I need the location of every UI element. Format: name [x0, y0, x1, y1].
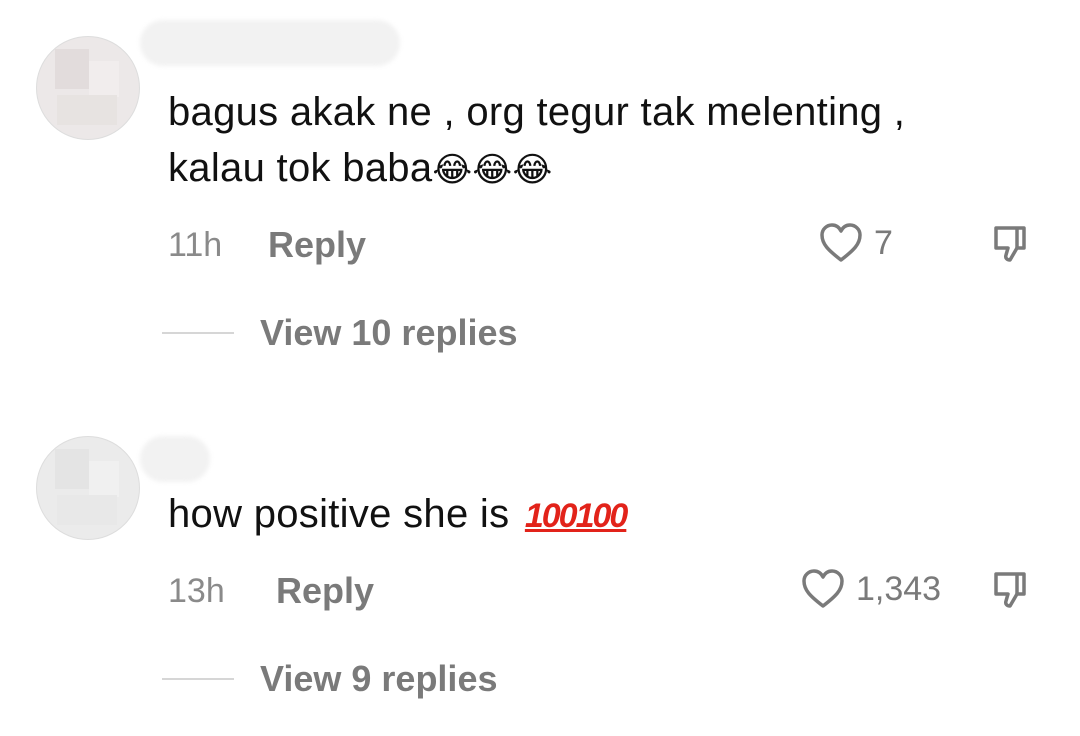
reply-button[interactable]: Reply	[268, 224, 366, 266]
hundred-points-emoji: 100100	[524, 497, 628, 535]
like-button[interactable]: 7	[818, 222, 893, 264]
comment-item: bagus akak ne , org tegur tak melenting …	[0, 0, 1080, 380]
view-replies-label: View 10 replies	[260, 312, 518, 353]
divider-line	[162, 678, 234, 680]
reply-button[interactable]: Reply	[276, 570, 374, 612]
thumbs-down-icon[interactable]	[990, 222, 1034, 266]
username-blurred	[140, 20, 400, 66]
like-button[interactable]: 1,343	[800, 568, 941, 610]
view-replies-label: View 9 replies	[260, 658, 498, 699]
avatar[interactable]	[36, 436, 140, 540]
username-blurred	[140, 436, 210, 482]
divider-line	[162, 332, 234, 334]
view-replies-button[interactable]: View 9 replies	[162, 658, 497, 700]
thumbs-down-icon[interactable]	[990, 568, 1034, 612]
heart-outline-icon	[820, 223, 862, 262]
comment-text: how positive she is 100100	[168, 486, 628, 544]
comment-text: bagus akak ne , org tegur tak melenting …	[168, 90, 906, 190]
comment-item: how positive she is 100100 13h Reply 1,3…	[0, 420, 1080, 736]
timestamp: 11h	[168, 226, 223, 264]
like-count: 1,343	[856, 569, 942, 608]
like-count: 7	[874, 223, 893, 262]
timestamp: 13h	[168, 572, 225, 610]
avatar[interactable]	[36, 36, 140, 140]
view-replies-button[interactable]: View 10 replies	[162, 312, 518, 354]
laughing-emoji: 😂😂😂	[432, 150, 553, 190]
heart-outline-icon	[802, 569, 844, 608]
